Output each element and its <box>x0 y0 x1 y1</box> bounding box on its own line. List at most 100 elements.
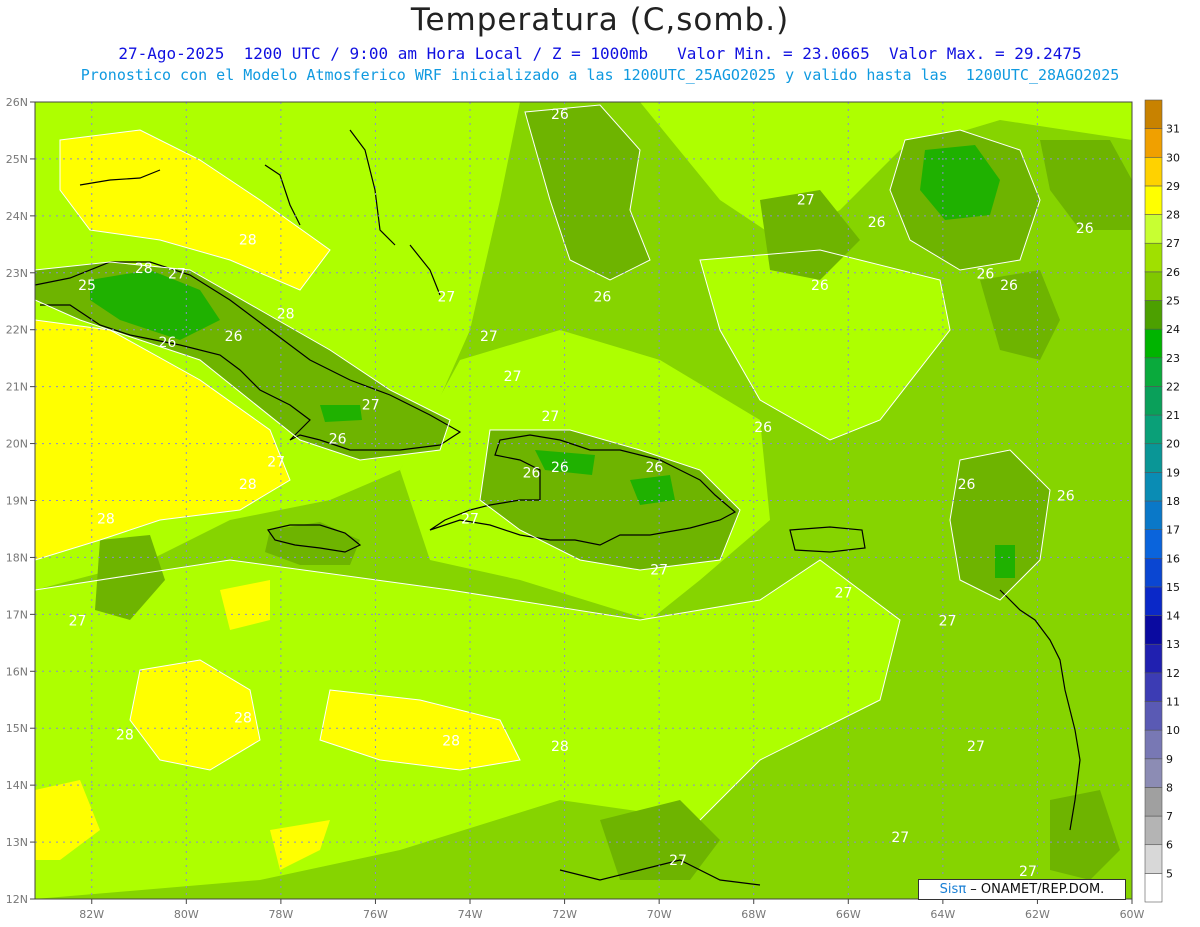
contour-label: 26 <box>1076 221 1094 237</box>
contour-label: 26 <box>646 460 664 476</box>
colorbar-label: 31 <box>1166 123 1180 136</box>
colorbar: 5 6 7 8 9 10 11 12 13 14 15 16 17 18 19 20 21 22 23 24 25 26 2… <box>1144 99 1180 903</box>
contour-label: 27 <box>650 563 668 579</box>
lat-tick-label: 16N <box>6 665 28 678</box>
colorbar-swatch <box>1144 271 1163 301</box>
colorbar-label: 20 <box>1166 438 1180 451</box>
colorbar-swatch <box>1144 242 1163 273</box>
contour-label: 27 <box>669 853 687 869</box>
colorbar-swatch <box>1144 386 1163 416</box>
lat-tick-label: 23N <box>6 267 28 280</box>
colorbar-label: 5 <box>1166 867 1173 880</box>
colorbar-label: 27 <box>1166 237 1180 250</box>
contour-label: 26 <box>523 466 541 482</box>
colorbar-label: 30 <box>1166 151 1180 164</box>
contour-label: 28 <box>135 261 153 277</box>
lon-tick-label: 70W <box>647 908 672 921</box>
colorbar-swatch <box>1144 529 1163 559</box>
contour-label: 26 <box>811 278 829 294</box>
lat-tick-label: 24N <box>6 210 28 223</box>
credit-box: Sisπ – ONAMET/REP.DOM. <box>918 879 1126 900</box>
colorbar-label: 28 <box>1166 209 1180 222</box>
lon-tick-label: 66W <box>836 908 861 921</box>
contour-label: 26 <box>1000 278 1018 294</box>
contour-label: 26 <box>158 335 176 351</box>
lat-tick-label: 19N <box>6 495 28 508</box>
colorbar-label: 22 <box>1166 380 1180 393</box>
lat-tick-label: 20N <box>6 438 28 451</box>
colorbar-swatch <box>1144 729 1163 760</box>
lat-tick-label: 17N <box>6 608 28 621</box>
contour-label: 27 <box>939 614 957 630</box>
lon-tick-label: 76W <box>363 908 388 921</box>
credit-org: – ONAMET/REP.DOM. <box>970 882 1105 897</box>
contour-label: 27 <box>168 266 186 282</box>
lon-tick-label: 72W <box>552 908 577 921</box>
lon-tick-label: 60W <box>1120 908 1145 921</box>
contour-label: 28 <box>234 711 252 727</box>
colorbar-swatch <box>1144 615 1163 645</box>
colorbar-label: 12 <box>1166 667 1180 680</box>
longitude-axis: 82W 80W 78W 76W 74W 72W 70W 68W 66W 64W 62W 60W <box>79 899 1145 921</box>
colorbar-swatch <box>1144 128 1163 158</box>
colorbar-label: 24 <box>1166 323 1180 336</box>
lon-tick-label: 74W <box>458 908 483 921</box>
lon-tick-label: 68W <box>741 908 766 921</box>
colorbar-swatch <box>1144 701 1163 731</box>
colorbar-swatch <box>1144 472 1163 502</box>
colorbar-swatch <box>1144 873 1163 903</box>
temperature-map: 26 27 26 26 28 28 27 26 26 26 25 27 26 28 27 26 26 27 27 27… <box>6 96 1180 921</box>
lat-tick-label: 25N <box>6 153 28 166</box>
credit-org-name: ONAMET/REP.DOM. <box>980 882 1105 897</box>
contour-label: 25 <box>78 278 96 294</box>
colorbar-label: 17 <box>1166 524 1180 537</box>
colorbar-label: 26 <box>1166 266 1180 279</box>
contour-label: 26 <box>754 420 772 436</box>
lon-tick-label: 62W <box>1025 908 1050 921</box>
colorbar-label: 13 <box>1166 638 1180 651</box>
contour-label: 27 <box>797 192 815 208</box>
contour-label: 27 <box>541 409 559 425</box>
lon-tick-label: 80W <box>174 908 199 921</box>
contour-label: 27 <box>891 830 909 846</box>
colorbar-label: 15 <box>1166 581 1180 594</box>
contour-label: 27 <box>480 329 498 345</box>
colorbar-swatch <box>1144 99 1163 129</box>
colorbar-swatch <box>1144 357 1163 387</box>
lat-tick-label: 22N <box>6 324 28 337</box>
contour-label: 27 <box>267 454 285 470</box>
field-25-e2 <box>995 545 1015 578</box>
map-subtitle-date: 27-Ago-2025 1200 UTC / 9:00 am Hora Loca… <box>118 44 1082 63</box>
contour-label: 27 <box>1019 864 1037 880</box>
colorbar-label: 23 <box>1166 352 1180 365</box>
colorbar-swatch <box>1144 844 1163 874</box>
colorbar-swatch <box>1144 815 1163 846</box>
contour-label: 26 <box>551 460 569 476</box>
colorbar-swatch <box>1144 672 1163 702</box>
lat-tick-label: 14N <box>6 779 28 792</box>
colorbar-label: 11 <box>1166 696 1180 709</box>
contour-label: 27 <box>504 369 522 385</box>
colorbar-swatch <box>1144 758 1163 788</box>
colorbar-label: 10 <box>1166 724 1180 737</box>
latitude-axis: 12N 13N 14N 15N 16N 17N 18N 19N 20N 21N 22N 23N 24N 2… <box>6 96 35 906</box>
contour-label: 26 <box>868 215 886 231</box>
map-subtitle-model: Pronostico con el Modelo Atmosferico WRF… <box>80 66 1120 84</box>
lat-tick-label: 12N <box>6 893 28 906</box>
colorbar-swatch <box>1144 328 1163 359</box>
colorbar-label: 25 <box>1166 295 1180 308</box>
lat-tick-label: 21N <box>6 381 28 394</box>
contour-label: 27 <box>461 511 479 527</box>
colorbar-swatch <box>1144 185 1163 215</box>
colorbar-label: 19 <box>1166 466 1180 479</box>
contour-label: 26 <box>225 329 243 345</box>
colorbar-swatch <box>1144 443 1163 473</box>
contour-label: 27 <box>69 614 87 630</box>
colorbar-swatch <box>1144 414 1163 445</box>
colorbar-label: 8 <box>1166 781 1173 794</box>
contour-label: 27 <box>967 739 985 755</box>
contour-label: 26 <box>551 107 569 123</box>
lat-tick-label: 13N <box>6 836 28 849</box>
lon-tick-label: 78W <box>268 908 293 921</box>
colorbar-swatch <box>1144 586 1163 616</box>
